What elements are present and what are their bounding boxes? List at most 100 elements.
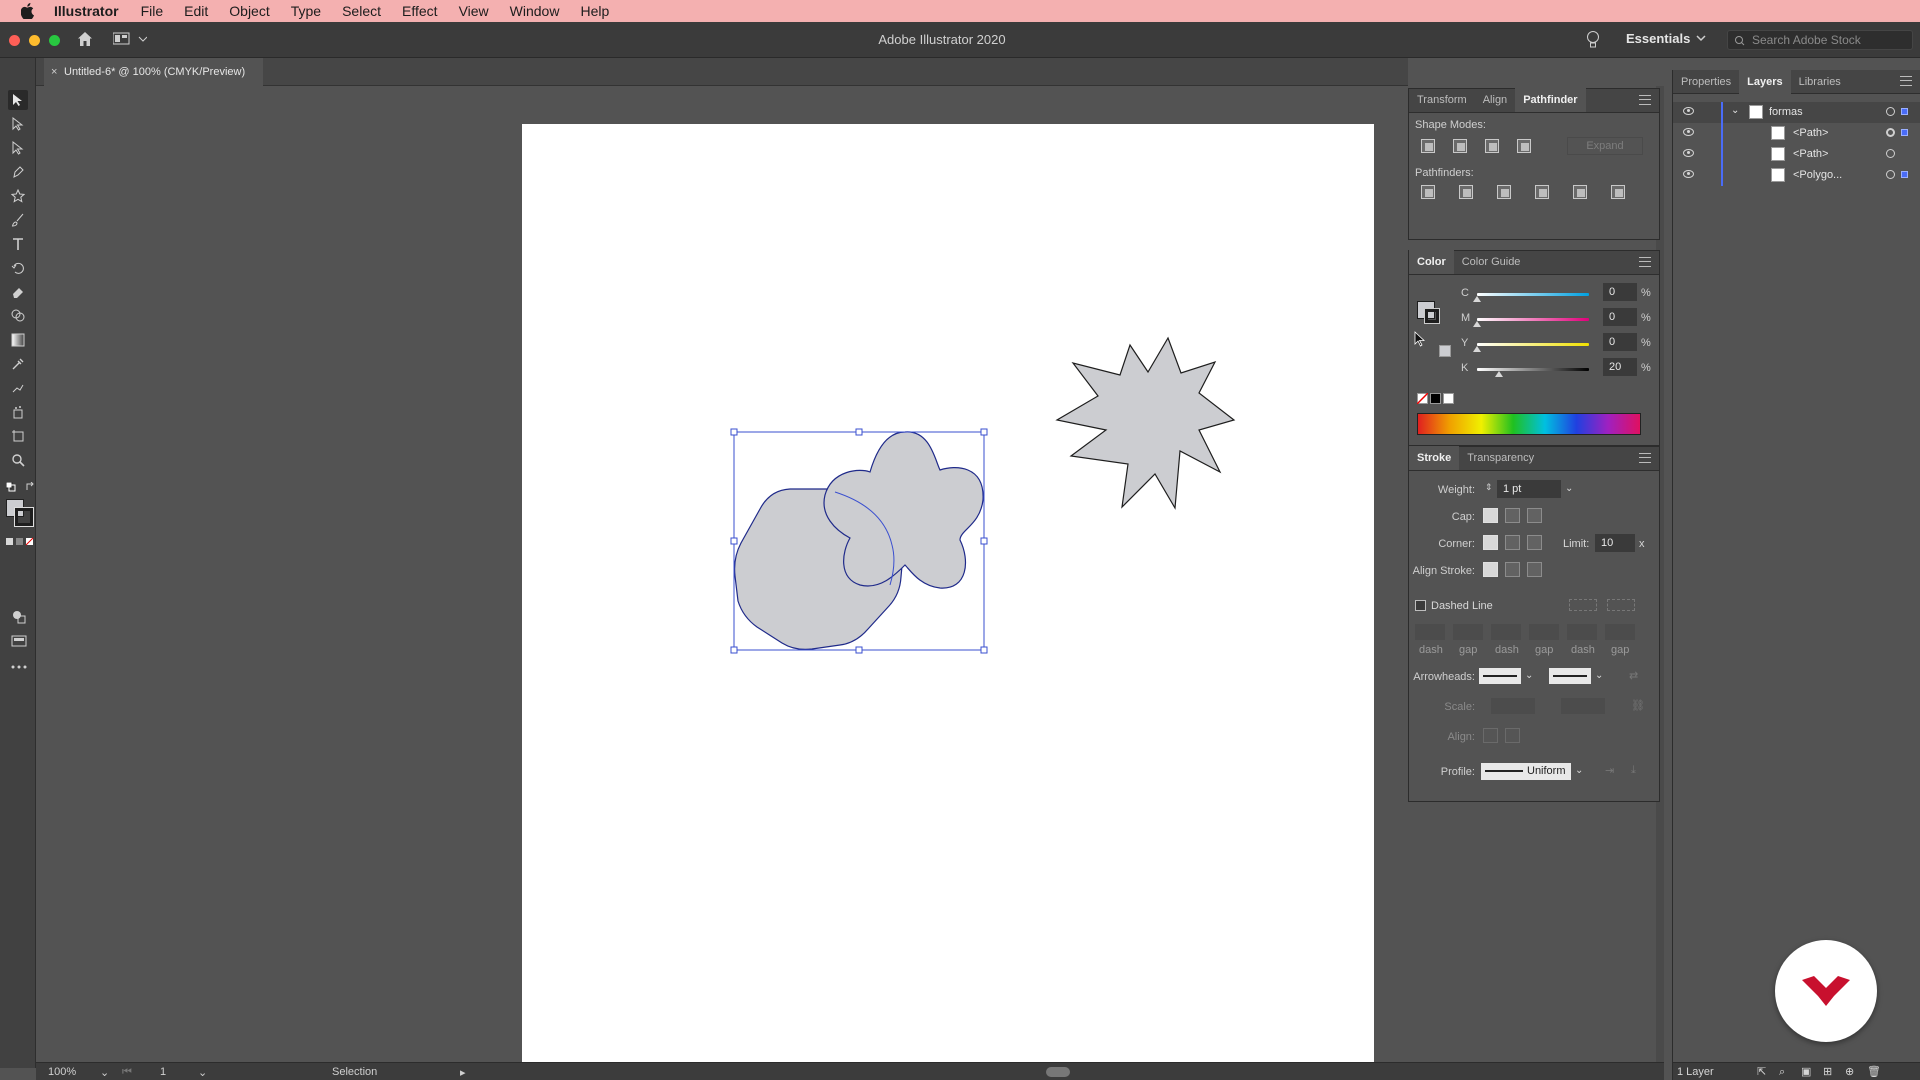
- layer-name[interactable]: <Path>: [1793, 127, 1828, 139]
- zoom-dropdown-icon[interactable]: ⌄: [100, 1066, 109, 1079]
- tab-libraries[interactable]: Libraries: [1791, 70, 1849, 94]
- start-arrowhead-select[interactable]: [1479, 668, 1521, 684]
- panel-menu-icon[interactable]: [1639, 95, 1651, 105]
- round-cap-icon[interactable]: [1505, 508, 1520, 523]
- selected-art-indicator[interactable]: [1901, 129, 1908, 136]
- cyan-slider[interactable]: [1477, 293, 1589, 296]
- layer-row-path-2[interactable]: <Path>: [1673, 144, 1920, 165]
- minus-front-icon[interactable]: [1453, 139, 1467, 153]
- black-slider[interactable]: [1477, 368, 1589, 371]
- black-value[interactable]: 20: [1603, 358, 1637, 376]
- end-arrowhead-select[interactable]: [1549, 668, 1591, 684]
- dash-preserve-icon[interactable]: [1569, 599, 1597, 611]
- divide-icon[interactable]: [1421, 185, 1435, 199]
- artboard-number[interactable]: 1: [160, 1066, 166, 1078]
- tab-align[interactable]: Align: [1475, 88, 1515, 112]
- target-icon[interactable]: [1886, 170, 1895, 179]
- gap-field-2[interactable]: [1529, 624, 1559, 640]
- target-icon[interactable]: [1886, 128, 1895, 137]
- new-layer-icon[interactable]: ⊕: [1845, 1063, 1854, 1080]
- tab-color[interactable]: Color: [1409, 250, 1454, 274]
- tab-color-guide[interactable]: Color Guide: [1454, 250, 1529, 274]
- locate-object-icon[interactable]: ⌕: [1779, 1063, 1785, 1080]
- black-slider-thumb[interactable]: [1495, 371, 1504, 377]
- align-center-icon[interactable]: [1483, 562, 1498, 577]
- profile-dropdown-icon[interactable]: ⌄: [1575, 765, 1583, 776]
- artboard-dropdown-icon[interactable]: ⌄: [198, 1066, 207, 1079]
- visibility-eye-icon[interactable]: [1683, 149, 1694, 157]
- target-icon[interactable]: [1886, 149, 1895, 158]
- dash-field-2[interactable]: [1491, 624, 1521, 640]
- target-icon[interactable]: [1886, 107, 1895, 116]
- weight-stepper-icon[interactable]: ⇕: [1485, 482, 1493, 493]
- tab-properties[interactable]: Properties: [1673, 70, 1739, 94]
- tab-layers[interactable]: Layers: [1739, 70, 1791, 94]
- gap-field-3[interactable]: [1605, 624, 1635, 640]
- first-artboard-icon[interactable]: ⏮: [122, 1066, 132, 1079]
- panel-menu-icon[interactable]: [1900, 76, 1912, 86]
- selected-art-indicator[interactable]: [1901, 108, 1908, 115]
- none-swatch[interactable]: [1417, 393, 1428, 404]
- cyan-value[interactable]: 0: [1603, 283, 1637, 301]
- dash-field-1[interactable]: [1415, 624, 1445, 640]
- dash-align-icon[interactable]: [1607, 599, 1635, 611]
- layer-name[interactable]: formas: [1769, 106, 1803, 118]
- swap-arrowheads-icon[interactable]: ⇄: [1629, 669, 1638, 682]
- adobe-stock-search[interactable]: Search Adobe Stock: [1727, 30, 1913, 50]
- scale-end-field[interactable]: [1561, 698, 1605, 714]
- magenta-slider[interactable]: [1477, 318, 1589, 321]
- expand-chevron-icon[interactable]: ⌄: [1731, 105, 1739, 116]
- color-spectrum[interactable]: [1417, 413, 1641, 435]
- flip-along-icon[interactable]: ⇥: [1605, 764, 1614, 777]
- chevron-down-icon[interactable]: [1696, 33, 1706, 46]
- expand-button[interactable]: Expand: [1567, 137, 1643, 155]
- flip-across-icon[interactable]: ⤓: [1631, 764, 1636, 777]
- dashed-line-checkbox[interactable]: [1415, 600, 1426, 611]
- tab-transparency[interactable]: Transparency: [1459, 446, 1542, 470]
- butt-cap-icon[interactable]: [1483, 508, 1498, 523]
- merge-icon[interactable]: [1497, 185, 1511, 199]
- magenta-slider-thumb[interactable]: [1473, 321, 1481, 327]
- lightbulb-icon[interactable]: [1586, 30, 1600, 53]
- visibility-eye-icon[interactable]: [1683, 128, 1694, 136]
- visibility-eye-icon[interactable]: [1683, 107, 1694, 115]
- dash-field-3[interactable]: [1567, 624, 1597, 640]
- weight-dropdown-icon[interactable]: ⌄: [1565, 483, 1573, 494]
- intersect-icon[interactable]: [1485, 139, 1499, 153]
- tab-pathfinder[interactable]: Pathfinder: [1515, 88, 1586, 112]
- selected-art-indicator[interactable]: [1901, 171, 1908, 178]
- panel-menu-icon[interactable]: [1639, 453, 1651, 463]
- projecting-cap-icon[interactable]: [1527, 508, 1542, 523]
- horizontal-scroll-thumb[interactable]: [1046, 1067, 1070, 1077]
- limit-field[interactable]: 10: [1595, 534, 1635, 552]
- weight-field[interactable]: 1 pt: [1497, 480, 1561, 498]
- layer-name[interactable]: <Polygo...: [1793, 169, 1842, 181]
- clipping-mask-icon[interactable]: ▣: [1801, 1063, 1811, 1080]
- link-scale-icon[interactable]: ⛓: [1631, 699, 1645, 712]
- end-arrowhead-dropdown-icon[interactable]: ⌄: [1595, 670, 1603, 681]
- layer-row-path-1[interactable]: <Path>: [1673, 123, 1920, 144]
- bevel-join-icon[interactable]: [1527, 535, 1542, 550]
- black-swatch[interactable]: [1430, 393, 1441, 404]
- status-menu-arrow-icon[interactable]: ▸: [460, 1066, 466, 1079]
- align-outside-icon[interactable]: [1527, 562, 1542, 577]
- layer-row-polygon[interactable]: <Polygo...: [1673, 165, 1920, 186]
- arrow-extend-icon[interactable]: [1483, 728, 1498, 743]
- unite-icon[interactable]: [1421, 139, 1435, 153]
- scale-start-field[interactable]: [1491, 698, 1535, 714]
- gap-field-1[interactable]: [1453, 624, 1483, 640]
- visibility-eye-icon[interactable]: [1683, 170, 1694, 178]
- layer-name[interactable]: <Path>: [1793, 148, 1828, 160]
- yellow-slider-thumb[interactable]: [1473, 346, 1481, 352]
- round-join-icon[interactable]: [1505, 535, 1520, 550]
- zoom-level[interactable]: 100%: [48, 1066, 76, 1078]
- cyan-slider-thumb[interactable]: [1473, 296, 1481, 302]
- trim-icon[interactable]: [1459, 185, 1473, 199]
- workspace-switcher[interactable]: Essentials: [1626, 31, 1690, 46]
- white-swatch[interactable]: [1443, 393, 1454, 404]
- magenta-value[interactable]: 0: [1603, 308, 1637, 326]
- yellow-value[interactable]: 0: [1603, 333, 1637, 351]
- miter-join-icon[interactable]: [1483, 535, 1498, 550]
- layer-row-formas[interactable]: ⌄ formas: [1673, 102, 1920, 123]
- panel-menu-icon[interactable]: [1639, 257, 1651, 267]
